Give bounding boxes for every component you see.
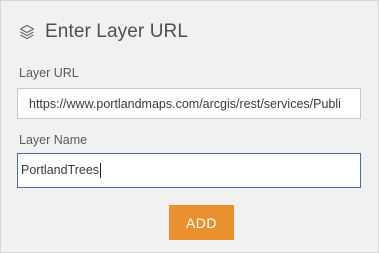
panel-title: Enter Layer URL [45, 21, 189, 42]
text-caret [100, 163, 102, 179]
add-button[interactable]: ADD [169, 205, 234, 240]
layers-icon [17, 22, 37, 42]
layer-name-value: PortlandTrees [21, 163, 100, 177]
panel-header: Enter Layer URL [17, 19, 188, 45]
enter-layer-url-panel: Enter Layer URL Layer URL https://www.po… [0, 0, 379, 253]
layer-name-input[interactable]: PortlandTrees [17, 153, 361, 188]
layer-url-input[interactable]: https://www.portlandmaps.com/arcgis/rest… [17, 88, 361, 119]
layer-url-label: Layer URL [19, 66, 79, 80]
layer-name-label: Layer Name [19, 133, 88, 147]
